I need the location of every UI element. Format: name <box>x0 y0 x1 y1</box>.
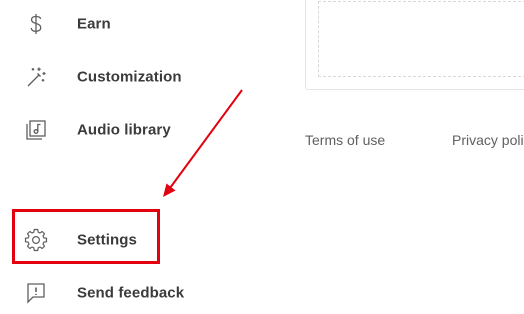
sidebar-item-label: Customization <box>77 68 182 86</box>
sidebar-item-label: Earn <box>77 15 111 33</box>
sidebar-item-audio-library[interactable]: Audio library <box>0 110 240 150</box>
audio-library-icon <box>24 118 48 142</box>
content-card <box>305 0 524 90</box>
sidebar-item-earn[interactable]: Earn <box>0 4 240 44</box>
sidebar: Earn Customization Audio library Setting… <box>0 0 290 314</box>
sidebar-item-label: Send feedback <box>77 284 185 302</box>
sidebar-item-label: Audio library <box>77 121 171 139</box>
terms-of-use-link[interactable]: Terms of use <box>305 132 385 148</box>
sidebar-item-customization[interactable]: Customization <box>0 57 240 97</box>
privacy-policy-link[interactable]: Privacy poli <box>452 132 524 148</box>
magic-wand-icon <box>24 65 48 89</box>
feedback-icon <box>24 281 48 305</box>
dollar-icon <box>24 12 48 36</box>
sidebar-item-send-feedback[interactable]: Send feedback <box>0 273 240 313</box>
settings-highlight-box <box>12 209 160 264</box>
content-placeholder <box>318 1 524 77</box>
